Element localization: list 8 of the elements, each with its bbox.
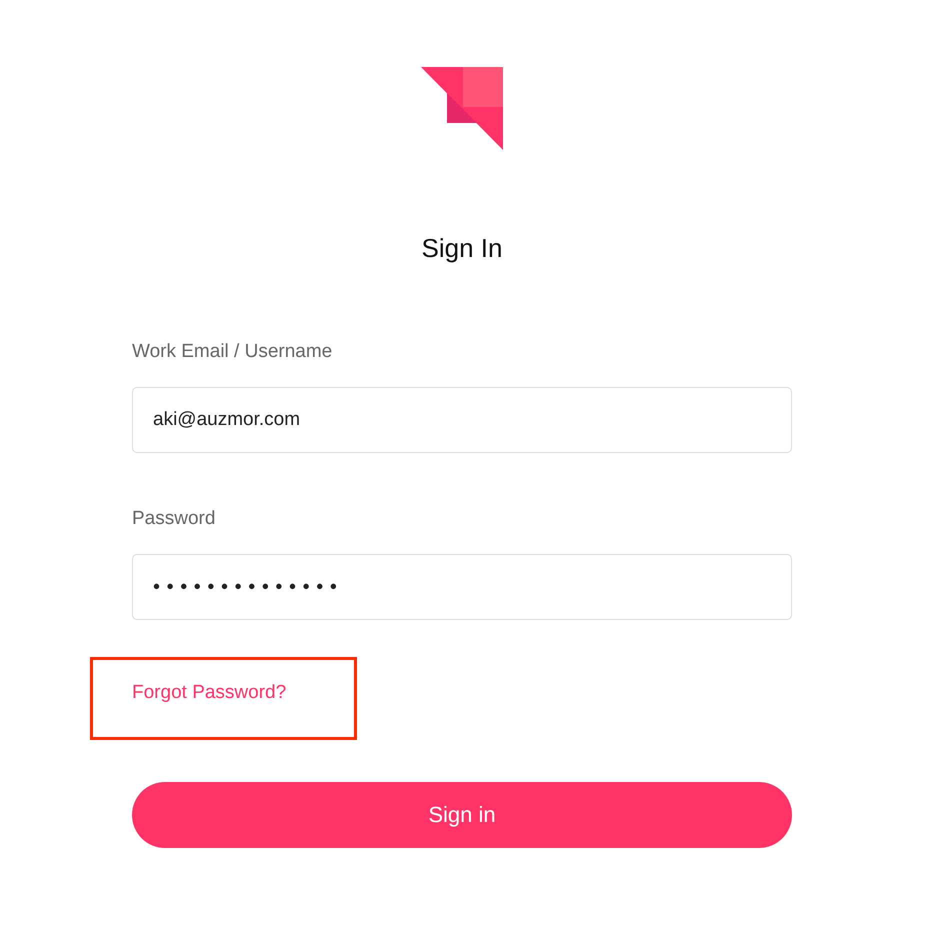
page-title: Sign In — [420, 233, 504, 263]
password-field[interactable]: •••••••••••••• — [132, 554, 792, 620]
logo-icon — [421, 67, 503, 150]
sign-in-button[interactable]: Sign in — [132, 782, 792, 848]
field-label: Work Email / Username — [132, 341, 332, 363]
field-label: Password — [132, 508, 216, 530]
email-field[interactable]: aki@auzmor.com — [132, 387, 792, 453]
forgot-password-link[interactable]: Forgot Password? — [132, 682, 286, 704]
